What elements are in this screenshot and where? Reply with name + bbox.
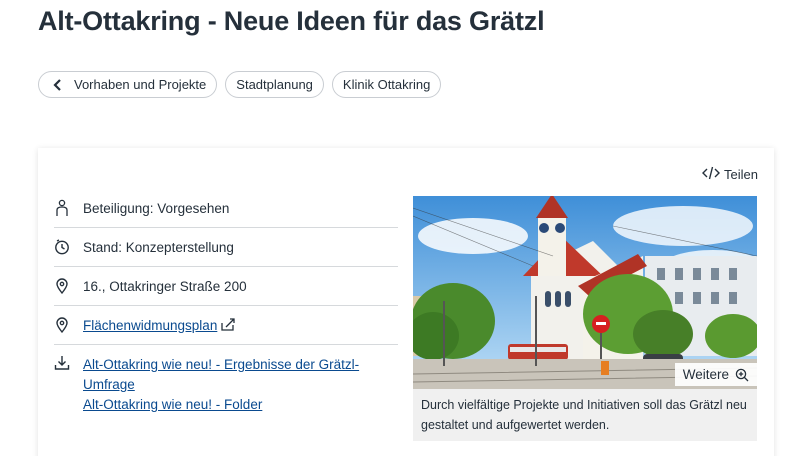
project-info-list: Beteiligung: Vorgesehen Stand: Konzepter…	[54, 189, 398, 415]
map-pin-icon	[54, 317, 70, 333]
address-row: 16., Ottakringer Straße 200	[54, 267, 398, 306]
breadcrumb-klinik-ottakring[interactable]: Klinik Ottakring	[331, 71, 442, 98]
breadcrumb-vorhaben-und-projekte[interactable]: Vorhaben und Projekte	[38, 71, 218, 98]
more-images-button[interactable]: Weitere	[674, 363, 757, 386]
status-row: Stand: Konzepterstellung	[54, 228, 398, 267]
address-text: 16., Ottakringer Straße 200	[83, 278, 247, 294]
zoom-in-icon	[735, 368, 749, 382]
download-links: Alt-Ottakring wie neu! - Ergebnisse der …	[83, 355, 398, 415]
breadcrumb-label: Stadtplanung	[236, 77, 313, 92]
code-icon	[702, 166, 721, 183]
clock-icon	[54, 239, 70, 255]
more-images-label: Weitere	[682, 367, 729, 382]
share-button[interactable]: Teilen	[702, 166, 758, 183]
breadcrumb: Vorhaben und Projekte Stadtplanung Klini…	[38, 71, 442, 98]
share-label: Teilen	[724, 167, 758, 182]
download-icon	[54, 355, 70, 371]
project-image-figure: Weitere Durch vielfältige Projekte und I…	[413, 196, 757, 441]
church-photo[interactable]	[413, 196, 757, 389]
page-title: Alt-Ottakring - Neue Ideen für das Grätz…	[38, 6, 545, 36]
participation-text: Beteiligung: Vorgesehen	[83, 200, 230, 216]
zoning-plan-link[interactable]: Flächenwidmungsplan	[83, 318, 217, 333]
breadcrumb-stadtplanung[interactable]: Stadtplanung	[225, 71, 324, 98]
chevron-left-icon	[53, 78, 62, 91]
project-card: Teilen Beteiligung: Vorgesehen Stand: Ko…	[38, 148, 774, 456]
downloads-row: Alt-Ottakring wie neu! - Ergebnisse der …	[54, 345, 398, 415]
download-survey-results-link[interactable]: Alt-Ottakring wie neu! - Ergebnisse der …	[83, 355, 398, 395]
person-icon	[54, 199, 70, 216]
image-caption: Durch vielfältige Projekte und Initiativ…	[413, 389, 757, 441]
external-link-icon	[220, 318, 236, 332]
breadcrumb-label: Klinik Ottakring	[342, 77, 431, 92]
status-text: Stand: Konzepterstellung	[83, 239, 234, 255]
participation-row: Beteiligung: Vorgesehen	[54, 189, 398, 228]
map-pin-icon	[54, 278, 70, 294]
breadcrumb-label: Vorhaben und Projekte	[74, 77, 207, 92]
zoning-row: Flächenwidmungsplan	[54, 306, 398, 345]
download-folder-link[interactable]: Alt-Ottakring wie neu! - Folder	[83, 395, 398, 415]
